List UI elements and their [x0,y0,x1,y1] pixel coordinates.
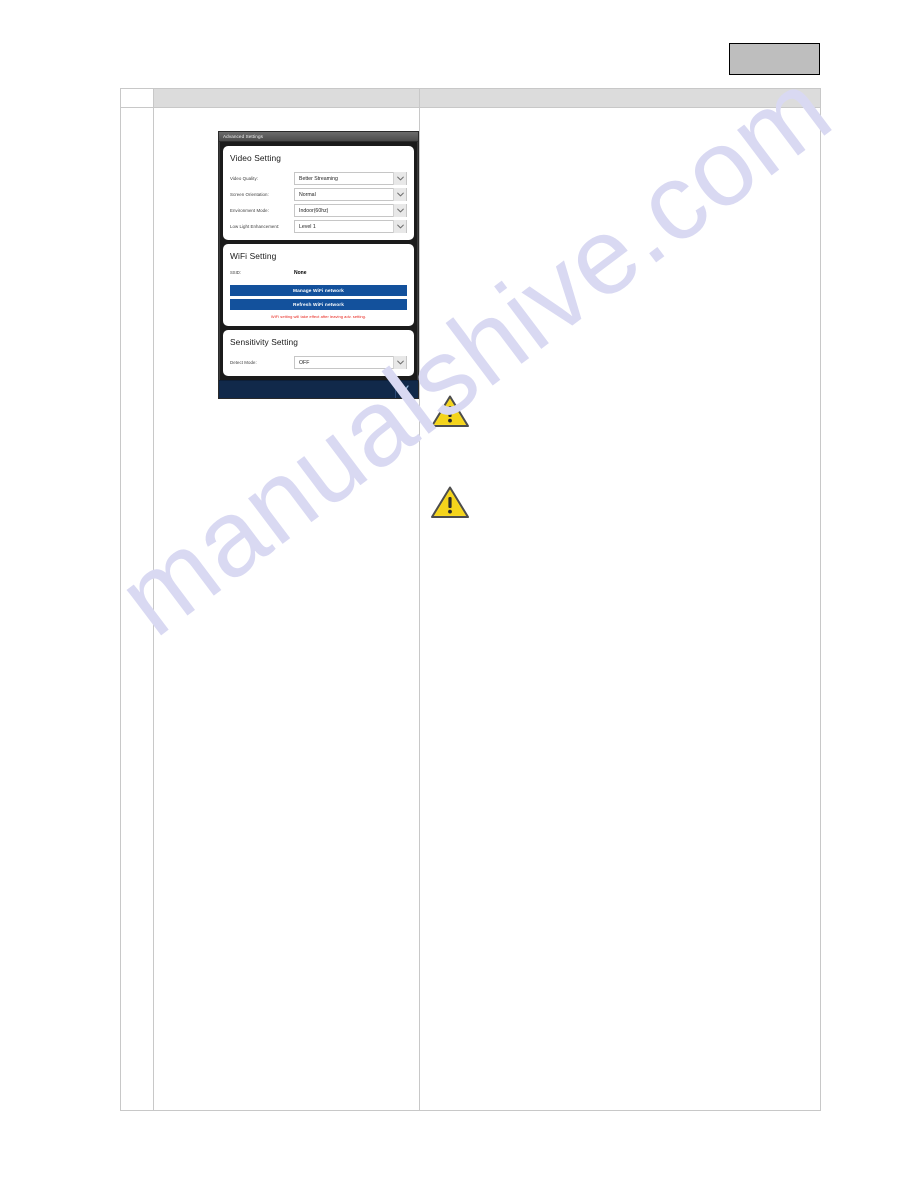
sensitivity-setting-card: Sensitivity Setting Detect Mode: OFF [223,330,414,376]
select-screen-orientation[interactable]: Normal [294,188,407,201]
sensitivity-setting-title: Sensitivity Setting [230,337,299,347]
body-cell-gutter [120,107,154,1111]
chevron-down-icon[interactable] [393,204,406,217]
refresh-wifi-network-button[interactable]: Refresh WiFi network [230,299,407,310]
select-video-quality[interactable]: Better Streaming [294,172,407,185]
field-label-detect-mode: Detect Mode: [230,360,257,365]
ssid-row: SSID: None [230,270,407,276]
select-value-environment-mode: Indoor(60hz) [299,207,329,214]
body-cell-left: Advanced Settings Video Setting Video Qu… [153,107,420,1111]
field-screen-orientation: Screen Orientation: Normal [230,188,407,201]
wifi-setting-title: WiFi Setting [230,251,277,261]
phone-titlebar: Advanced Settings [219,132,418,142]
phone-screenshot-mock: Advanced Settings Video Setting Video Qu… [218,131,419,399]
field-label-environment-mode: Environment Mode: [230,208,269,213]
header-cell-right [419,88,821,108]
phone-titlebar-title: Advanced Settings [223,134,264,139]
chevron-down-icon[interactable] [393,188,406,201]
document-table: Advanced Settings Video Setting Video Qu… [120,88,821,1111]
select-detect-mode[interactable]: OFF [294,356,407,369]
select-environment-mode[interactable]: Indoor(60hz) [294,204,407,217]
manage-wifi-network-button[interactable]: Manage WiFi network [230,285,407,296]
field-label-video-quality: Video Quality: [230,176,258,181]
body-cell-right [419,107,821,1111]
wifi-setting-note: WiFi setting will take effect after leav… [270,314,367,319]
field-detect-mode: Detect Mode: OFF [230,356,407,369]
select-low-light-enhancement[interactable]: Level 1 [294,220,407,233]
header-cell-left [153,88,420,108]
field-label-low-light-enhancement: Low Light Enhancement: [230,224,280,229]
field-low-light-enhancement: Low Light Enhancement: Level 1 [230,220,407,233]
field-label-screen-orientation: Screen Orientation: [230,192,269,197]
select-value-screen-orientation: Normal [299,191,316,198]
field-video-quality: Video Quality: Better Streaming [230,172,407,185]
stamp-box [729,43,820,75]
wifi-setting-card: WiFi Setting SSID: None Manage WiFi netw… [223,244,414,326]
video-setting-card: Video Setting Video Quality: Better Stre… [223,146,414,240]
chevron-down-icon[interactable] [393,172,406,185]
warning-triangle-icon [430,485,470,520]
layout-table: Advanced Settings Video Setting Video Qu… [120,88,821,1111]
back-button[interactable]: ❮ [395,381,418,398]
header-cell-gutter [120,88,154,108]
select-value-low-light-enhancement: Level 1 [299,223,316,230]
field-environment-mode: Environment Mode: Indoor(60hz) [230,204,407,217]
warning-triangle-icon [430,394,470,429]
video-setting-title: Video Setting [230,153,281,163]
table-header-row [120,88,821,108]
ssid-label: SSID: [230,270,241,275]
chevron-down-icon[interactable] [393,220,406,233]
bottom-bar-spacer [219,381,395,398]
ssid-value: None [294,270,307,276]
select-value-detect-mode: OFF [299,359,310,366]
table-body-row: Advanced Settings Video Setting Video Qu… [120,107,821,1111]
select-value-video-quality: Better Streaming [299,175,338,182]
chevron-left-icon: ❮ [404,386,410,393]
chevron-down-icon[interactable] [393,356,406,369]
phone-bottom-bar: ❮ [219,380,418,398]
